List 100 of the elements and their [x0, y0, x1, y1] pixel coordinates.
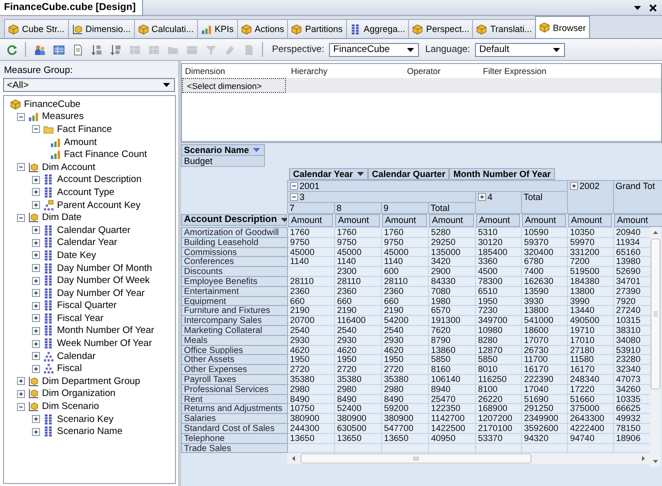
tree-item[interactable]: Day Number Of Week	[57, 275, 150, 286]
tree-item[interactable]: Dim Account	[42, 162, 96, 173]
field-button[interactable]: Scenario Name	[181, 144, 265, 156]
field-button[interactable]: Month Number Of Year	[449, 168, 555, 180]
parent-child-icon	[43, 200, 54, 211]
row-header[interactable]: Rent	[182, 394, 288, 404]
column-header: 7	[287, 202, 334, 214]
tree-item[interactable]: Dim Organization	[42, 388, 116, 400]
tree-item[interactable]: Measures	[42, 111, 84, 122]
row-header[interactable]: Furniture and Fixtures	[182, 306, 288, 316]
column-header: Filter Expression	[482, 66, 546, 76]
column-header[interactable]: Amount	[335, 214, 380, 227]
dropdown[interactable]: Default	[475, 42, 566, 56]
tree-item[interactable]: Dim Department Group	[42, 376, 140, 387]
tree-item[interactable]: Date Key	[57, 250, 96, 261]
field-label: Perspective:	[272, 44, 324, 55]
tree-item[interactable]: Dim Scenario	[42, 401, 100, 412]
tree-item[interactable]: Fiscal Year	[57, 312, 104, 324]
designer-tab[interactable]: Actions	[236, 19, 288, 38]
column-header[interactable]: 4	[475, 192, 521, 214]
column-header[interactable]: 3	[287, 192, 475, 202]
column-header: Dimension	[184, 66, 226, 76]
table-cell[interactable]: <Select dimension>	[182, 78, 286, 93]
dropdown[interactable]: <All>	[3, 78, 175, 92]
tree-item[interactable]: Account Type	[57, 186, 114, 198]
column-header[interactable]: Amount	[429, 214, 474, 227]
table-cell: 1760	[334, 228, 382, 238]
column-header[interactable]: Amount	[382, 214, 427, 227]
tree-item[interactable]: Fact Finance Count	[64, 149, 147, 160]
designer-tab[interactable]: Translati...	[472, 19, 536, 38]
column-header[interactable]: 2001	[287, 180, 567, 192]
row-header[interactable]: Conferences	[182, 256, 288, 267]
column-header[interactable]: Amount	[568, 214, 612, 227]
tree-item[interactable]: Month Number Of Year	[57, 325, 154, 336]
row-header[interactable]: Entertainment	[182, 286, 288, 296]
page-icon	[72, 44, 84, 56]
designer-tab[interactable]: Dimensio...	[68, 19, 135, 38]
tree-item[interactable]: Scenario Name	[57, 426, 122, 438]
attribute-icon	[43, 414, 54, 425]
column-header[interactable]: Amount	[522, 214, 566, 227]
column-header[interactable]: Amount	[288, 214, 333, 227]
field-button[interactable]: Calendar Year	[289, 168, 368, 180]
tree-item[interactable]: Calendar	[57, 350, 96, 362]
tree-item[interactable]: Calendar Year	[57, 237, 118, 248]
row-header[interactable]: Meals	[182, 335, 288, 346]
hierarchy-icon	[43, 363, 54, 374]
tree-item[interactable]: Scenario Key	[57, 414, 114, 425]
tree-item[interactable]: FinanceCube	[24, 98, 81, 110]
designer-tab[interactable]: Perspect...	[408, 19, 474, 38]
row-header[interactable]: Commissions	[182, 247, 288, 257]
tree-item[interactable]: Fiscal	[57, 363, 82, 374]
column-header: Operator	[406, 66, 442, 76]
attribute-icon	[43, 300, 54, 312]
row-header[interactable]: Professional Services	[182, 384, 288, 394]
tree-item[interactable]: Amount	[64, 136, 97, 148]
column-header[interactable]: 2002	[567, 180, 613, 214]
tree-item[interactable]: Parent Account Key	[57, 200, 140, 211]
attribute-icon	[43, 237, 54, 248]
row-header[interactable]: Trade Sales	[182, 443, 288, 453]
column-header[interactable]: Amount	[476, 214, 520, 227]
field-button[interactable]: Calendar Quarter	[368, 168, 450, 180]
designer-tab[interactable]: Calculati...	[134, 19, 198, 38]
dimension-icon	[28, 162, 39, 173]
designer-tab[interactable]: Cube Str...	[4, 19, 69, 38]
row-header[interactable]: Discounts	[182, 266, 288, 276]
tree-item[interactable]: Day Number Of Month	[57, 262, 152, 274]
designer-tab[interactable]: Browser	[534, 16, 590, 38]
designer-tab[interactable]: Partitions	[287, 19, 347, 38]
designer-tab[interactable]: KPIs	[196, 19, 238, 38]
row-header[interactable]: Other Assets	[182, 354, 288, 365]
table-cell: 1760	[288, 228, 334, 238]
cube-icon	[412, 24, 424, 34]
dimension-icon	[28, 376, 39, 387]
table-cell: 5280	[428, 228, 476, 238]
column-header[interactable]: Amount	[614, 214, 662, 227]
attribute-icon	[350, 24, 361, 34]
field-button[interactable]: Account Description	[181, 214, 287, 226]
attribute-icon	[43, 262, 54, 274]
designer-tab[interactable]: Aggrega...	[346, 19, 410, 38]
tree-item[interactable]: Calendar Quarter	[57, 224, 130, 236]
attribute-icon	[43, 224, 54, 236]
column-header: Hierarchy	[290, 66, 328, 76]
dropdown[interactable]: FinanceCube	[329, 42, 420, 56]
dropdown-arrow-icon	[253, 148, 260, 152]
dropdown-arrow-icon	[634, 6, 641, 10]
tree-item[interactable]: Day Number Of Year	[57, 288, 145, 299]
tree-item[interactable]: Week Number Of Year	[57, 338, 152, 350]
bar-chart-icon	[50, 149, 61, 160]
tree-item[interactable]: Fiscal Quarter	[57, 300, 117, 312]
tree-item[interactable]: Fact Finance	[57, 124, 112, 135]
row-header[interactable]: Amortization of Goodwill	[182, 228, 288, 238]
document-tab[interactable]: FinanceCube.cube [Design]	[0, 0, 143, 15]
tree-item[interactable]: Dim Date	[42, 212, 82, 224]
row-header[interactable]: Salaries	[182, 414, 288, 424]
row-header[interactable]: Standard Cost of Sales	[182, 423, 288, 434]
attribute-icon	[43, 250, 54, 261]
dimension-icon	[72, 24, 83, 34]
attribute-icon	[43, 338, 54, 350]
cube-icon	[538, 22, 550, 33]
tree-item[interactable]: Account Description	[57, 174, 142, 186]
